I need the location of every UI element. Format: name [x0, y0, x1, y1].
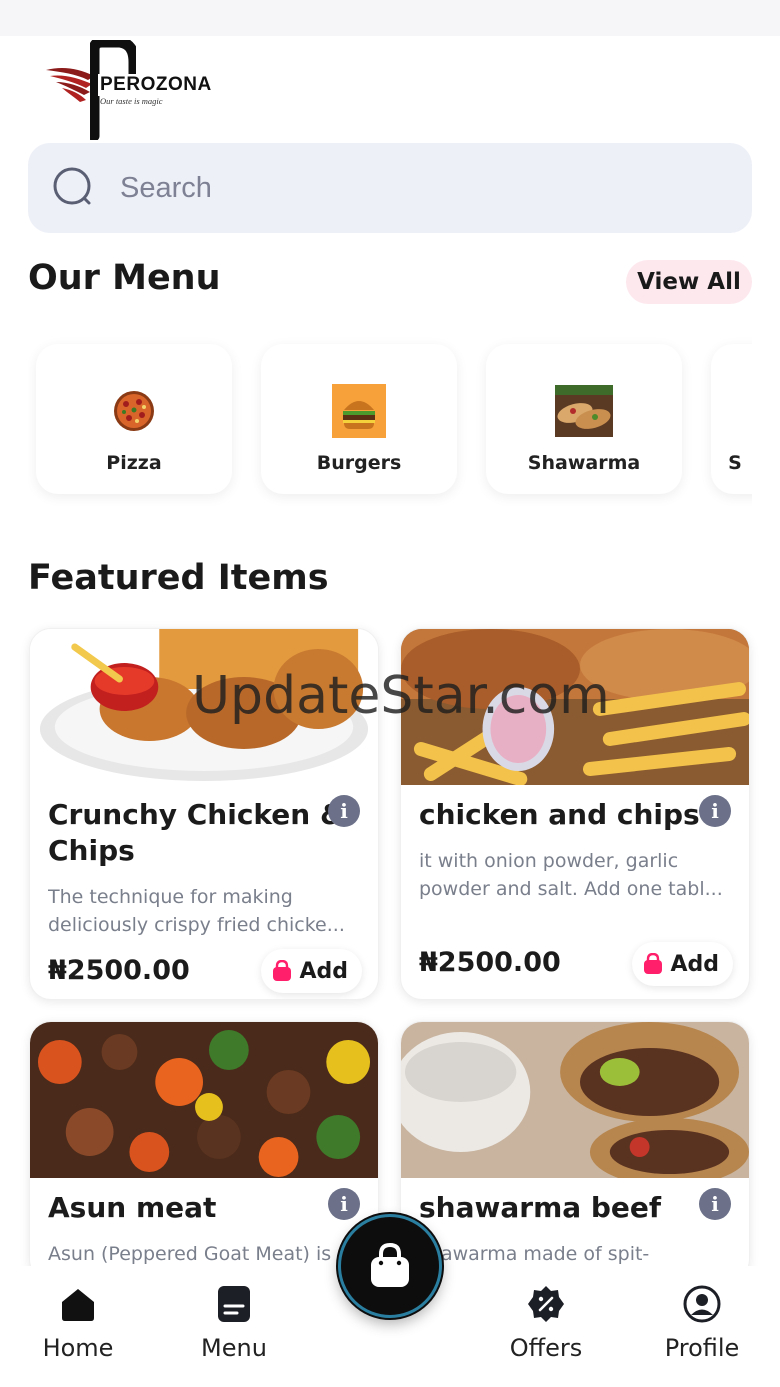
featured-items-title: Featured Items: [28, 558, 329, 598]
item-price: ₦2500.00: [419, 947, 561, 978]
category-more[interactable]: S: [711, 344, 752, 494]
bag-icon: [644, 953, 663, 974]
featured-item-card[interactable]: chicken and chips i it with onion powder…: [400, 628, 750, 1000]
tab-offers[interactable]: Offers: [468, 1284, 624, 1362]
category-burgers[interactable]: Burgers: [261, 344, 457, 494]
food-photo: [30, 1022, 378, 1178]
info-icon[interactable]: i: [699, 795, 731, 827]
shopping-bag-icon: [371, 1242, 409, 1287]
shawarma-image: [555, 382, 613, 440]
search-icon: [53, 167, 91, 205]
bag-icon: [273, 960, 292, 981]
category-label: S: [728, 452, 742, 474]
item-name: Asun meat: [48, 1191, 217, 1224]
category-pizza[interactable]: Pizza: [36, 344, 232, 494]
category-label: Shawarma: [527, 452, 641, 474]
category-carousel[interactable]: Pizza Burgers Shawarma S: [28, 336, 752, 506]
category-label: Burgers: [316, 452, 402, 474]
tab-label: Profile: [664, 1334, 740, 1362]
pizza-image: [105, 382, 163, 440]
food-photo: [30, 629, 378, 785]
add-to-cart-button[interactable]: Add: [632, 942, 733, 986]
info-icon[interactable]: i: [328, 1188, 360, 1220]
brand-logo: PEROZONA Our taste is magic: [44, 38, 214, 142]
menu-icon: [218, 1286, 250, 1322]
item-description: it with onion powder, garlic powder and …: [419, 850, 723, 900]
cart-button[interactable]: [338, 1214, 442, 1318]
tab-menu[interactable]: Menu: [156, 1284, 312, 1362]
brand-tagline: Our taste is magic: [100, 96, 163, 106]
category-label: Pizza: [106, 452, 162, 474]
item-price: ₦2500.00: [48, 955, 190, 986]
food-photo: [401, 1022, 749, 1178]
info-icon[interactable]: i: [699, 1188, 731, 1220]
featured-item-card[interactable]: shawarma beef i shawarma made of spit-: [400, 1021, 750, 1281]
item-description: Asun (Peppered Goat Meat) is: [48, 1243, 332, 1265]
search-input[interactable]: [120, 171, 680, 205]
add-to-cart-button[interactable]: Add: [261, 949, 362, 993]
featured-item-card[interactable]: Crunchy Chicken & Chips i The technique …: [29, 628, 379, 1000]
item-description: The technique for making deliciously cri…: [48, 886, 345, 936]
search-bar[interactable]: [28, 143, 752, 233]
burger-image: [330, 382, 388, 440]
wing-logo-icon: [46, 68, 94, 102]
tab-home[interactable]: Home: [0, 1284, 156, 1362]
info-icon[interactable]: i: [328, 795, 360, 827]
profile-icon: [683, 1285, 721, 1323]
tab-label: Menu: [201, 1334, 267, 1362]
item-name: Crunchy Chicken & Chips: [48, 798, 345, 867]
category-shawarma[interactable]: Shawarma: [486, 344, 682, 494]
featured-item-card[interactable]: Asun meat i Asun (Peppered Goat Meat) is: [29, 1021, 379, 1281]
home-icon: [62, 1289, 94, 1321]
brand-name: PEROZONA: [98, 74, 214, 96]
view-all-button[interactable]: View All: [626, 260, 752, 304]
our-menu-title: Our Menu: [28, 258, 221, 298]
tab-profile[interactable]: Profile: [624, 1284, 780, 1362]
item-name: shawarma beef: [419, 1191, 662, 1224]
tab-label: Offers: [509, 1334, 583, 1362]
food-photo: [401, 629, 749, 785]
offers-icon: [528, 1286, 564, 1322]
status-bar: [0, 0, 780, 36]
item-name: chicken and chips: [419, 798, 700, 831]
item-description: shawarma made of spit-: [419, 1243, 650, 1265]
tab-label: Home: [42, 1334, 114, 1362]
